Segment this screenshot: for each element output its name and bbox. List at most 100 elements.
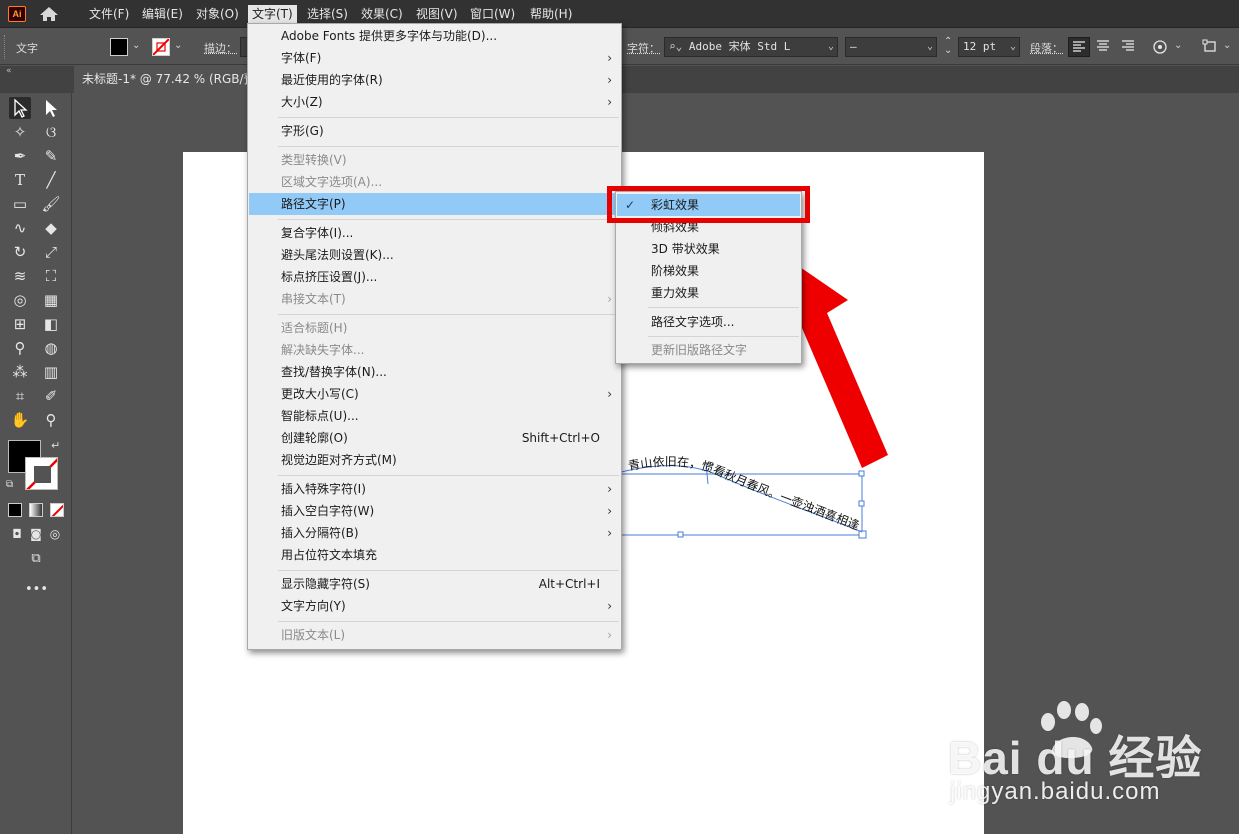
direct-selection-tool-icon[interactable] (40, 97, 62, 119)
pen-tool-icon[interactable]: ✒ (9, 145, 31, 167)
menu-item-insert-special-char[interactable]: 插入特殊字符(I) › (249, 478, 620, 500)
menu-edit[interactable]: 编辑(E) (138, 5, 187, 23)
slice-tool-icon[interactable]: ✐ (40, 385, 62, 407)
menu-separator (278, 570, 619, 571)
character-label[interactable]: 字符： (627, 40, 660, 56)
baidu-watermark: Bai du 经验 jingyan.baidu.com (948, 700, 1228, 830)
submenu-item-path-options[interactable]: 路径文字选项... (617, 311, 800, 333)
menu-item-glyphs[interactable]: 字形(G) (249, 120, 620, 142)
submenu-item-gravity[interactable]: 重力效果 (617, 282, 800, 304)
menu-item-composite-fonts[interactable]: 复合字体(I)... (249, 222, 620, 244)
menu-item-fill-placeholder[interactable]: 用占位符文本填充 (249, 544, 620, 566)
collapse-icon[interactable]: « (6, 66, 12, 76)
free-transform-tool-icon[interactable]: ⛶ (40, 265, 62, 287)
paintbrush-tool-icon[interactable]: 🖌 (40, 193, 62, 215)
submenu-arrow-icon: › (607, 292, 612, 306)
column-graph-tool-icon[interactable]: ▥ (40, 361, 62, 383)
submenu-item-3d-ribbon[interactable]: 3D 带状效果 (617, 238, 800, 260)
align-left-icon[interactable] (1068, 37, 1090, 57)
align-center-icon[interactable] (1093, 37, 1115, 57)
paragraph-label[interactable]: 段落： (1030, 40, 1063, 56)
default-colors-icon[interactable]: ⧉ (6, 479, 13, 490)
menu-item-insert-break[interactable]: 插入分隔符(B) › (249, 522, 620, 544)
none-mode-icon[interactable] (50, 503, 64, 517)
menu-item-adobe-fonts[interactable]: Adobe Fonts 提供更多字体与功能(D)... (249, 25, 620, 47)
menu-select[interactable]: 选择(S) (303, 5, 352, 23)
document-tab[interactable]: 未标题-1* @ 77.42 % (RGB/预览) (74, 66, 250, 93)
chevron-down-icon[interactable]: ⌄ (1223, 40, 1231, 51)
menu-item-label: 大小(Z) (281, 95, 323, 109)
scale-tool-icon[interactable]: ⤢ (40, 241, 62, 263)
chevron-down-icon[interactable]: ⌄ (1174, 40, 1182, 51)
mesh-tool-icon[interactable]: ⊞ (9, 313, 31, 335)
menu-separator (278, 117, 619, 118)
stroke-swatch[interactable] (152, 38, 170, 56)
font-size-stepper-icon[interactable]: ⌃ ⌄ (944, 37, 952, 56)
menu-item-create-outlines[interactable]: 创建轮廓(O) Shift+Ctrl+O (249, 427, 620, 449)
menu-window[interactable]: 窗口(W) (466, 5, 519, 23)
menu-item-insert-whitespace[interactable]: 插入空白字符(W) › (249, 500, 620, 522)
stroke-dropdown-icon[interactable]: ⌄ (174, 40, 182, 51)
menu-file[interactable]: 文件(F) (85, 5, 133, 23)
menu-item-optical-margin[interactable]: 视觉边距对齐方式(M) (249, 449, 620, 471)
font-style-dropdown[interactable]: – ⌄ (845, 37, 937, 57)
rectangle-tool-icon[interactable]: ▭ (9, 193, 31, 215)
menu-object[interactable]: 对象(O) (192, 5, 243, 23)
curvature-tool-icon[interactable]: ✎ (40, 145, 62, 167)
menu-item-change-case[interactable]: 更改大小写(C) › (249, 383, 620, 405)
lasso-tool-icon[interactable]: ଓ (40, 121, 62, 143)
warp-tool-icon[interactable]: ≋ (9, 265, 31, 287)
swap-colors-icon[interactable]: ↵ (51, 439, 60, 452)
stroke-label[interactable]: 描边： (204, 40, 237, 56)
chevron-down-icon: ⌄ (827, 41, 834, 52)
submenu-item-stair-step[interactable]: 阶梯效果 (617, 260, 800, 282)
zoom-tool-icon[interactable]: ⚲ (40, 409, 62, 431)
blend-tool-icon[interactable]: ◍ (40, 337, 62, 359)
hand-tool-icon[interactable]: ✋ (9, 409, 31, 431)
transform-icon[interactable] (1200, 37, 1222, 57)
font-size-field[interactable]: 12 pt ⌄ (958, 37, 1020, 57)
menu-item-kinsoku[interactable]: 避头尾法则设置(K)... (249, 244, 620, 266)
rotate-tool-icon[interactable]: ↻ (9, 241, 31, 263)
menu-view[interactable]: 视图(V) (412, 5, 462, 23)
menu-help[interactable]: 帮助(H) (526, 5, 576, 23)
menu-item-type-on-path[interactable]: 路径文字(P) › (249, 193, 620, 215)
menu-effect[interactable]: 效果(C) (357, 5, 407, 23)
stroke-color-swatch[interactable] (25, 457, 58, 490)
more-tools-icon[interactable]: ••• (25, 579, 48, 601)
shaper-tool-icon[interactable]: ∿ (9, 217, 31, 239)
home-icon[interactable] (38, 5, 60, 23)
menu-item-size[interactable]: 大小(Z) › (249, 91, 620, 113)
magic-wand-tool-icon[interactable]: ✧ (9, 121, 31, 143)
menu-item-threaded-text: 串接文本(T) › (249, 288, 620, 310)
type-tool-icon[interactable]: T (9, 169, 31, 191)
recolor-artwork-icon[interactable] (1150, 37, 1172, 57)
menu-item-shortcut: Shift+Ctrl+O (521, 431, 600, 445)
gradient-tool-icon[interactable]: ◧ (40, 313, 62, 335)
menu-item-font[interactable]: 字体(F) › (249, 47, 620, 69)
align-right-icon[interactable] (1118, 37, 1140, 57)
line-tool-icon[interactable]: ╱ (40, 169, 62, 191)
shape-builder-tool-icon[interactable]: ◎ (9, 289, 31, 311)
menu-item-type-orientation[interactable]: 文字方向(Y) › (249, 595, 620, 617)
fill-swatch[interactable] (110, 38, 128, 56)
menu-item-show-hidden-chars[interactable]: 显示隐藏字符(S) Alt+Ctrl+I (249, 573, 620, 595)
selection-tool-icon[interactable] (9, 97, 31, 119)
gradient-mode-icon[interactable] (29, 503, 43, 517)
menu-item-recent-fonts[interactable]: 最近使用的字体(R) › (249, 69, 620, 91)
menu-item-label: 解决缺失字体... (281, 343, 365, 357)
draw-inside-icon[interactable]: ◎ (44, 523, 66, 545)
menu-item-find-replace-font[interactable]: 查找/替换字体(N)... (249, 361, 620, 383)
eraser-tool-icon[interactable]: ◆ (40, 217, 62, 239)
font-family-dropdown[interactable]: ⌕⌄ Adobe 宋体 Std L ⌄ (664, 37, 838, 57)
eyedropper-tool-icon[interactable]: ⚲ (9, 337, 31, 359)
screen-mode-icon[interactable]: ⧉ (25, 548, 47, 570)
menu-item-mojikumi[interactable]: 标点挤压设置(J)... (249, 266, 620, 288)
menu-item-smart-punctuation[interactable]: 智能标点(U)... (249, 405, 620, 427)
fill-dropdown-icon[interactable]: ⌄ (132, 40, 140, 51)
color-mode-icon[interactable] (8, 503, 22, 517)
artboard-tool-icon[interactable]: ⌗ (9, 385, 31, 407)
menu-type[interactable]: 文字(T) (248, 5, 297, 23)
symbol-sprayer-tool-icon[interactable]: ⁂ (9, 361, 31, 383)
perspective-grid-tool-icon[interactable]: ▦ (40, 289, 62, 311)
